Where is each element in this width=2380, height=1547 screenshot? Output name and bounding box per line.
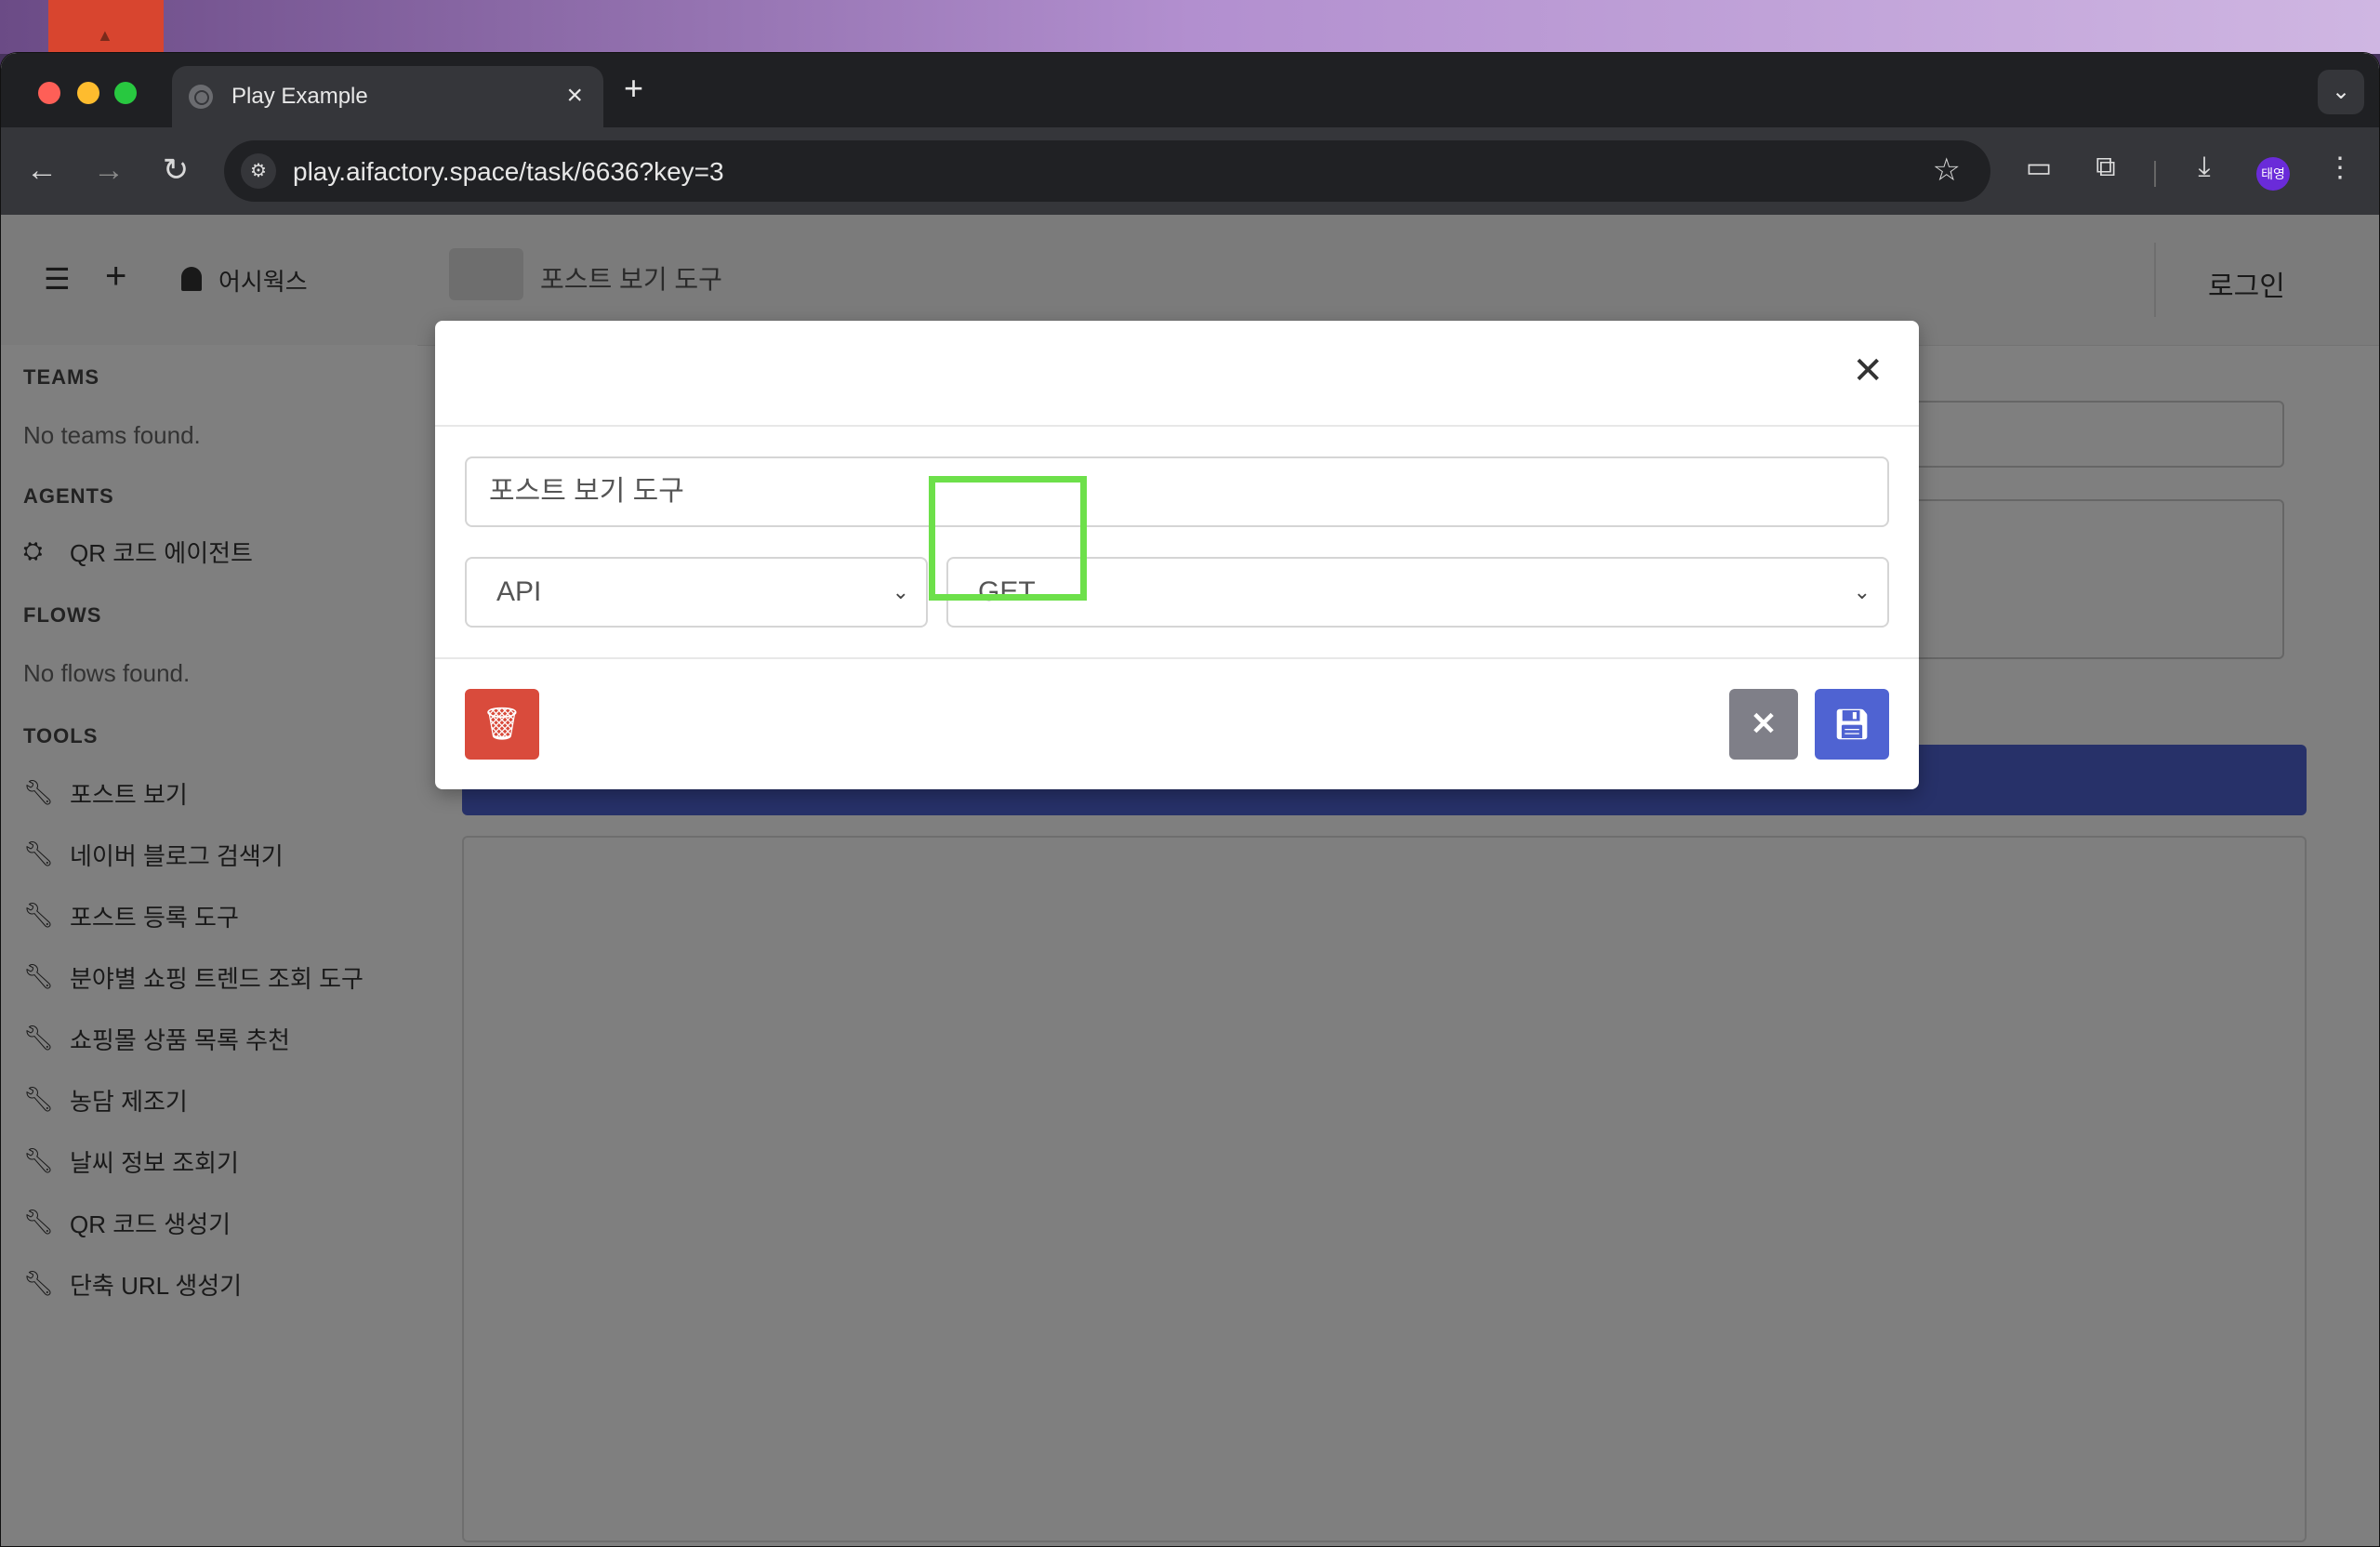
delete-button[interactable]: 🗑︎: [465, 689, 539, 760]
tab-close-icon[interactable]: ×: [566, 80, 583, 112]
tool-name-input[interactable]: 포스트 보기 도구: [465, 456, 1889, 527]
x-icon: ✕: [1750, 707, 1778, 742]
kebab-menu-icon[interactable]: ⋮: [2321, 152, 2359, 184]
tab-title: Play Example: [231, 84, 368, 109]
tool-type-select[interactable]: API ⌄: [465, 557, 928, 628]
close-window-button[interactable]: [38, 82, 60, 104]
browser-toolbar: ← → ↻ ⚙ play.aifactory.space/task/6636?k…: [1, 127, 2379, 215]
download-icon[interactable]: ⤓: [2186, 152, 2223, 183]
chevron-down-icon: ⌄: [892, 580, 909, 603]
address-bar[interactable]: ⚙ play.aifactory.space/task/6636?key=3 ☆: [224, 140, 1990, 202]
globe-icon: [189, 85, 213, 109]
back-arrow-icon[interactable]: ←: [21, 150, 62, 191]
browser-tab[interactable]: Play Example ×: [172, 66, 603, 127]
save-button[interactable]: 💾︎: [1815, 689, 1889, 760]
modal-footer-divider: [435, 657, 1919, 659]
maximize-window-button[interactable]: [114, 82, 137, 104]
desktop-background: [0, 0, 2380, 54]
edit-tool-modal: ✕ 포스트 보기 도구 API ⌄ GET ⌄ 🗑︎ ✕ 💾︎: [435, 321, 1919, 789]
desktop-app-icon: [48, 0, 164, 54]
profile-avatar[interactable]: 태영: [2256, 157, 2290, 191]
browser-window: Play Example × + ⌄ ← → ↻ ⚙ play.aifactor…: [0, 52, 2380, 1547]
cancel-button[interactable]: ✕: [1729, 689, 1798, 760]
tool-type-value: API: [496, 576, 542, 607]
cast-icon[interactable]: ▭: [2020, 152, 2057, 184]
floppy-disk-icon: 💾︎: [1832, 707, 1871, 741]
modal-header: ✕: [435, 321, 1919, 427]
method-select-highlight: [929, 476, 1087, 601]
new-tab-button[interactable]: +: [624, 72, 643, 105]
tab-search-chevron-icon[interactable]: ⌄: [2318, 70, 2364, 114]
minimize-window-button[interactable]: [77, 82, 99, 104]
chevron-down-icon: ⌄: [1853, 580, 1871, 603]
trash-icon: 🗑︎: [482, 707, 522, 742]
toolbar-divider: [2154, 161, 2156, 187]
http-method-select[interactable]: GET ⌄: [946, 557, 1889, 628]
tab-strip: Play Example × + ⌄: [1, 53, 2379, 127]
reload-icon[interactable]: ↻: [155, 150, 196, 191]
close-icon[interactable]: ✕: [1852, 352, 1884, 390]
url-text: play.aifactory.space/task/6636?key=3: [293, 157, 724, 186]
bookmark-star-icon[interactable]: ☆: [1933, 152, 1961, 189]
extensions-icon[interactable]: ⧉: [2087, 152, 2124, 183]
site-info-icon[interactable]: ⚙: [241, 153, 276, 189]
forward-arrow-icon[interactable]: →: [88, 150, 129, 191]
